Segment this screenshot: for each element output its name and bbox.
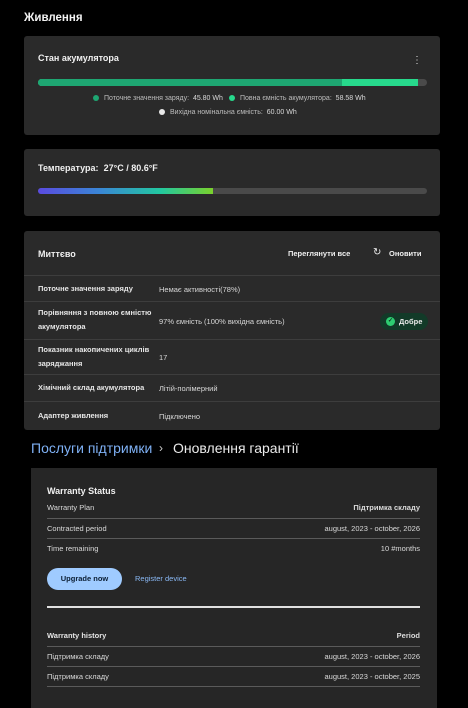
- legend-design-label: Вихідна номінальна ємність:: [170, 109, 263, 116]
- time-remaining-label: Time remaining: [47, 544, 99, 553]
- warranty-plan-value: Підтримка складу: [353, 503, 420, 512]
- temperature-fill: [38, 188, 214, 194]
- row-value: Літій-полімерний: [159, 384, 218, 393]
- instant-card-title: Миттєво: [38, 249, 76, 259]
- battery-card: Стан акумулятора ⋮ Поточне значення заря…: [24, 36, 440, 135]
- history-row-plan: Підтримка складу: [47, 652, 109, 661]
- divider: [47, 538, 420, 539]
- divider: [47, 518, 420, 519]
- contracted-period-value: august, 2023 - october, 2026: [324, 524, 421, 533]
- more-options-icon[interactable]: ⋮: [412, 56, 422, 66]
- breadcrumb-current: Оновлення гарантії: [173, 440, 299, 456]
- legend-design-value: 60.00 Wh: [266, 109, 297, 116]
- divider: [47, 606, 420, 608]
- legend-full-capacity: Повна ємність акумулятора: 58.58 Wh: [229, 95, 366, 102]
- instant-row-adapter: Адаптер живлення Підключено: [24, 401, 440, 431]
- legend-current-charge: Поточне значення заряду: 45.80 Wh: [93, 95, 223, 102]
- contracted-period-label: Contracted period: [47, 524, 107, 533]
- status-badge-label: Добре: [399, 317, 423, 326]
- warranty-status-title: Warranty Status: [47, 486, 116, 496]
- history-row-period: august, 2023 - october, 2026: [324, 652, 421, 661]
- full-capacity-dot-icon: [229, 95, 235, 101]
- temperature-heading: Температура: 27°C / 80.6°F: [38, 163, 158, 173]
- divider: [47, 666, 420, 667]
- temperature-value: 27°C / 80.6°F: [103, 163, 158, 173]
- legend-full-value: 58.58 Wh: [335, 95, 366, 102]
- instant-row-capacity-compare: Порівняння з повною ємністю акумулятора …: [24, 301, 440, 340]
- warranty-history-title: Warranty history: [47, 631, 107, 640]
- row-label: Адаптер живлення: [38, 411, 109, 420]
- check-icon: ✓: [386, 317, 395, 326]
- refresh-label: Оновити: [389, 249, 422, 258]
- history-row-period: august, 2023 - october, 2025: [324, 672, 421, 681]
- upgrade-now-button[interactable]: Upgrade now: [47, 568, 122, 590]
- page-title: Живлення: [24, 12, 83, 24]
- battery-current-charge-segment: [38, 79, 343, 86]
- row-value: 17: [159, 353, 168, 362]
- row-value: Немає активності(78%): [159, 285, 241, 294]
- breadcrumb-parent-link[interactable]: Послуги підтримки: [31, 440, 152, 456]
- temperature-label: Температура:: [38, 163, 99, 173]
- instant-row-cycle-count: Показник накопичених циклів заряджання 1…: [24, 339, 440, 375]
- warranty-card: Warranty Status Warranty Plan Підтримка …: [31, 468, 437, 708]
- chevron-right-icon: ›: [159, 441, 163, 455]
- divider: [47, 686, 420, 687]
- row-label: Поточне значення заряду: [38, 284, 133, 293]
- instant-row-chemistry: Хімічний склад акумулятора Літій-полімер…: [24, 374, 440, 402]
- temperature-bar: [38, 188, 427, 194]
- view-all-button[interactable]: Переглянути все: [288, 249, 350, 258]
- row-label: Показник накопичених циклів заряджання: [38, 345, 150, 368]
- register-device-link[interactable]: Register device: [135, 574, 187, 583]
- divider: [47, 646, 420, 647]
- history-period-header: Period: [396, 631, 420, 640]
- warranty-plan-label: Warranty Plan: [47, 503, 95, 512]
- instant-card: Миттєво Переглянути все ↻ Оновити Поточн…: [24, 231, 440, 430]
- legend-current-label: Поточне значення заряду:: [104, 95, 190, 102]
- current-charge-dot-icon: [93, 95, 99, 101]
- legend-full-label: Повна ємність акумулятора:: [240, 95, 332, 102]
- history-row-plan: Підтримка складу: [47, 672, 109, 681]
- time-remaining-value: 10 #months: [380, 544, 420, 553]
- battery-card-title: Стан акумулятора: [38, 53, 119, 63]
- design-capacity-dot-icon: [159, 109, 165, 115]
- row-value: 97% ємність (100% вихідна ємність): [159, 317, 285, 326]
- status-badge: ✓ Добре: [380, 313, 428, 330]
- instant-row-current-charge: Поточне значення заряду Немає активності…: [24, 275, 440, 302]
- refresh-icon: ↻: [373, 247, 382, 258]
- legend-design-capacity: Вихідна номінальна ємність: 60.00 Wh: [159, 109, 297, 116]
- legend-current-value: 45.80 Wh: [192, 95, 223, 102]
- battery-capacity-bar: [38, 79, 427, 86]
- temperature-card: Температура: 27°C / 80.6°F: [24, 149, 440, 216]
- row-label: Хімічний склад акумулятора: [38, 383, 145, 392]
- row-value: Підключено: [159, 412, 201, 421]
- row-label: Порівняння з повною ємністю акумулятора: [38, 308, 152, 331]
